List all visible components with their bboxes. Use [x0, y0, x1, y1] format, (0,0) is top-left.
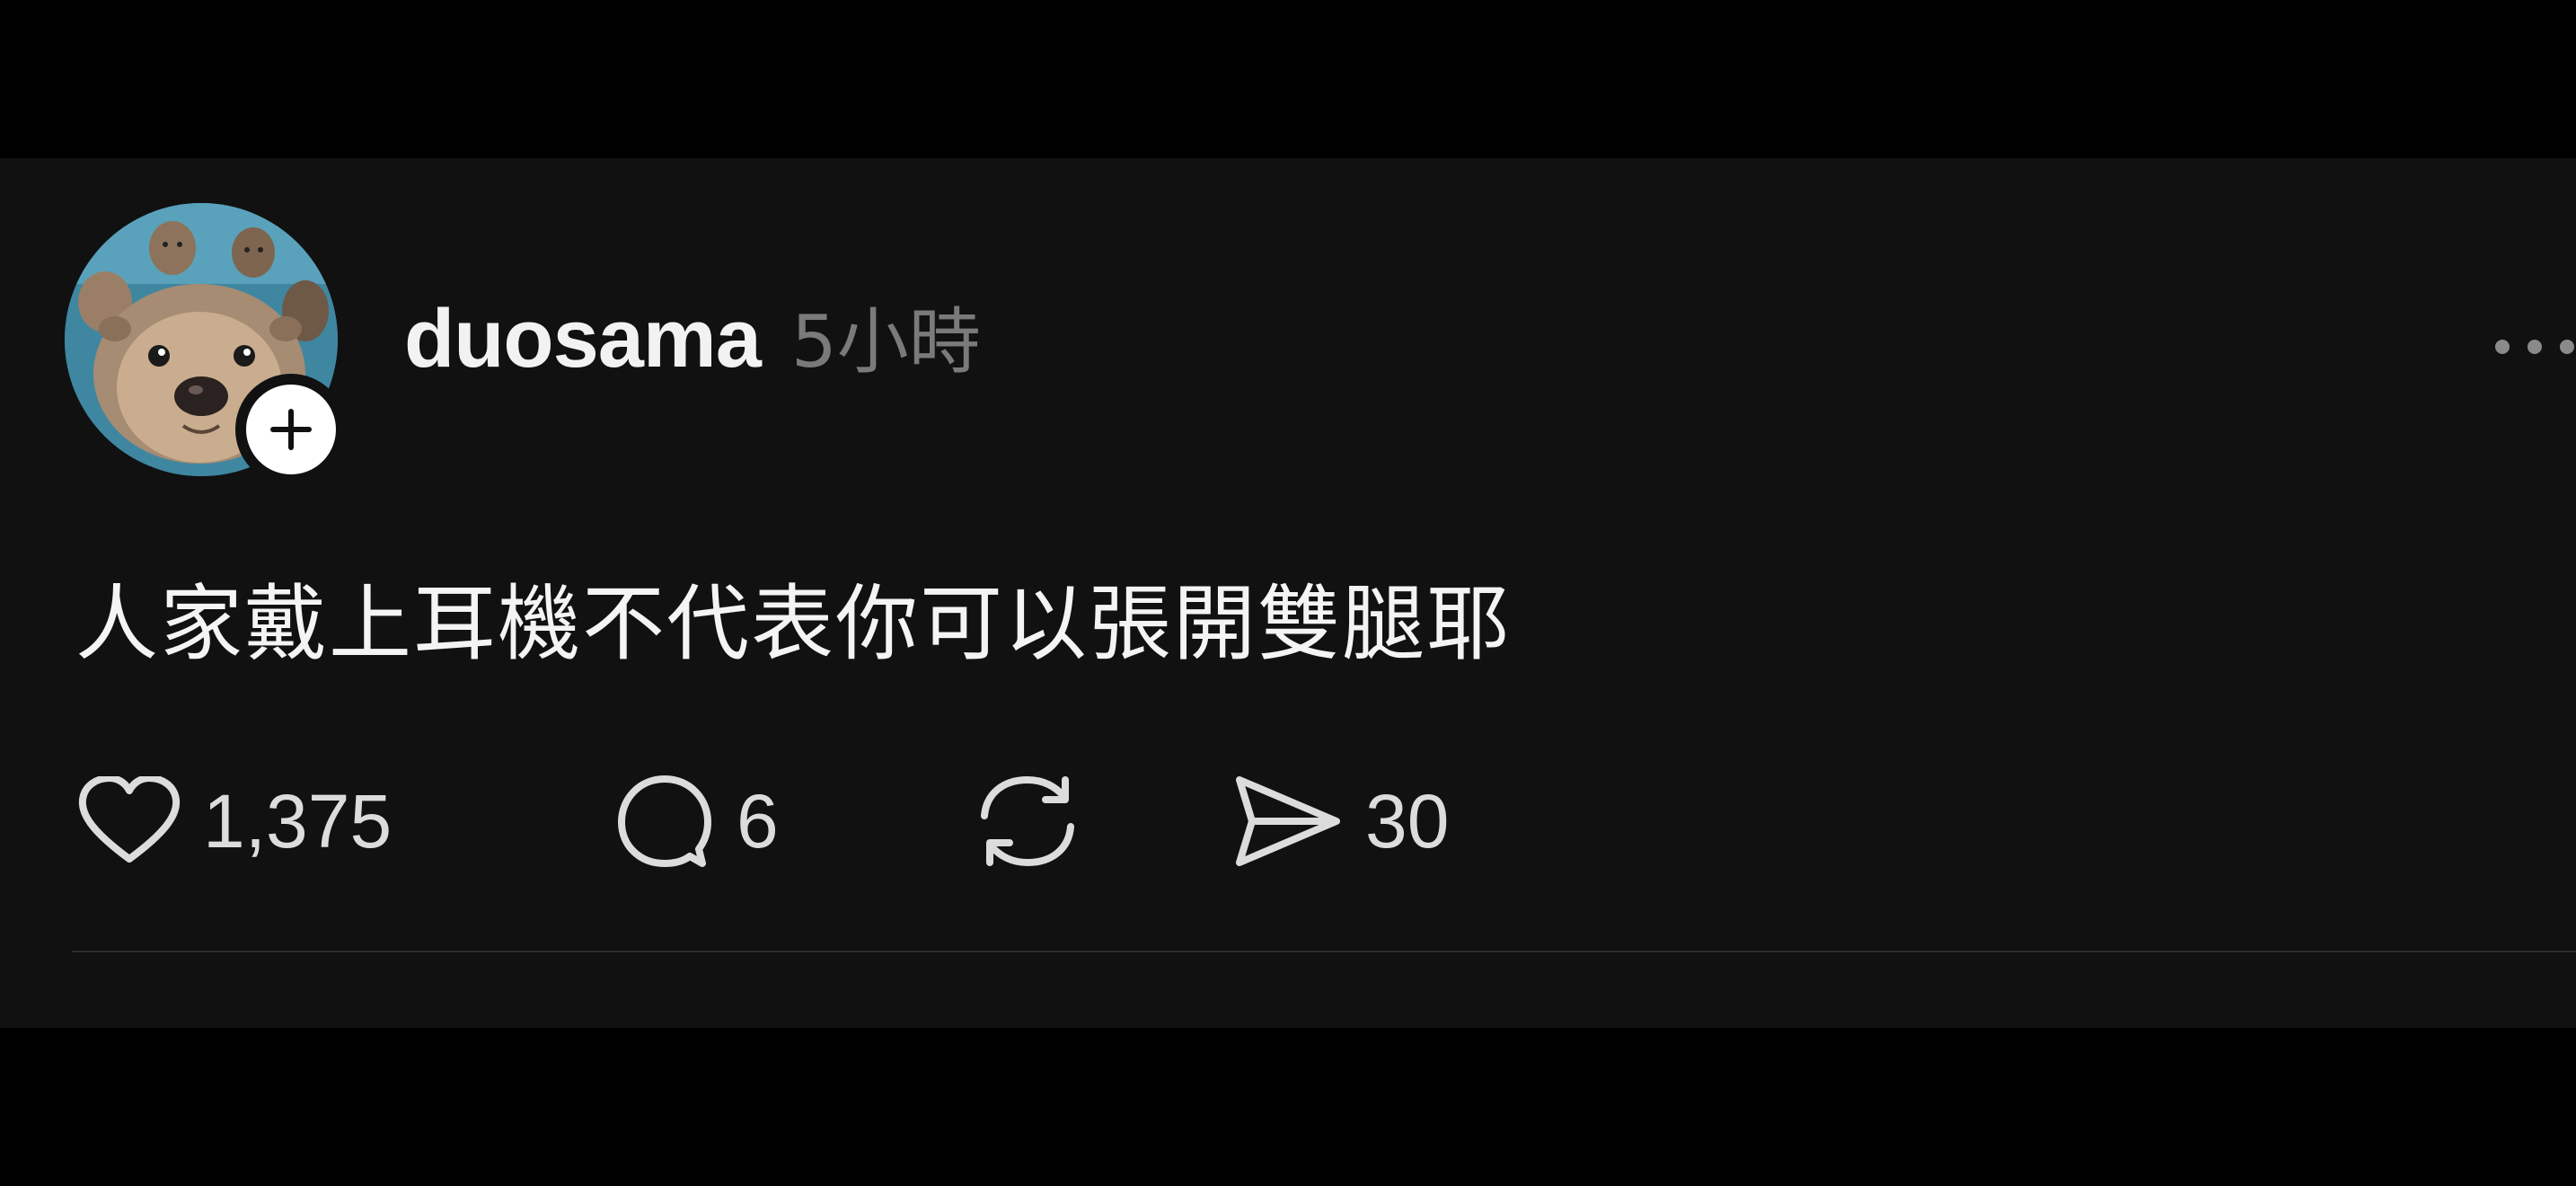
post-text: 人家戴上耳機不代表你可以張開雙腿耶	[75, 576, 1512, 672]
send-icon	[1236, 776, 1340, 866]
post-header: duosama 5小時	[404, 284, 981, 385]
action-bar: 1,375 6 30	[77, 767, 1604, 875]
like-button[interactable]: 1,375	[77, 767, 392, 875]
post-timestamp: 5小時	[790, 300, 981, 384]
more-options-button[interactable]	[2488, 329, 2576, 365]
avatar-container[interactable]	[65, 203, 347, 485]
reply-button[interactable]: 6	[616, 767, 779, 875]
plus-icon	[270, 409, 312, 450]
like-count: 1,375	[203, 778, 393, 863]
username-link[interactable]: duosama	[404, 292, 762, 386]
repost-button[interactable]	[972, 767, 1083, 875]
share-count: 30	[1365, 778, 1450, 863]
reply-count: 6	[737, 778, 779, 863]
heart-icon	[78, 776, 181, 863]
divider	[72, 951, 2576, 952]
repost-icon	[981, 775, 1074, 867]
more-horizontal-icon	[2495, 340, 2574, 354]
follow-button[interactable]	[235, 374, 347, 485]
share-button[interactable]: 30	[1232, 767, 1449, 875]
comment-icon	[618, 775, 711, 867]
post-card: duosama 5小時 人家戴上耳機不代表你可以張開雙腿耶 1,375 6 30	[0, 158, 2576, 1028]
